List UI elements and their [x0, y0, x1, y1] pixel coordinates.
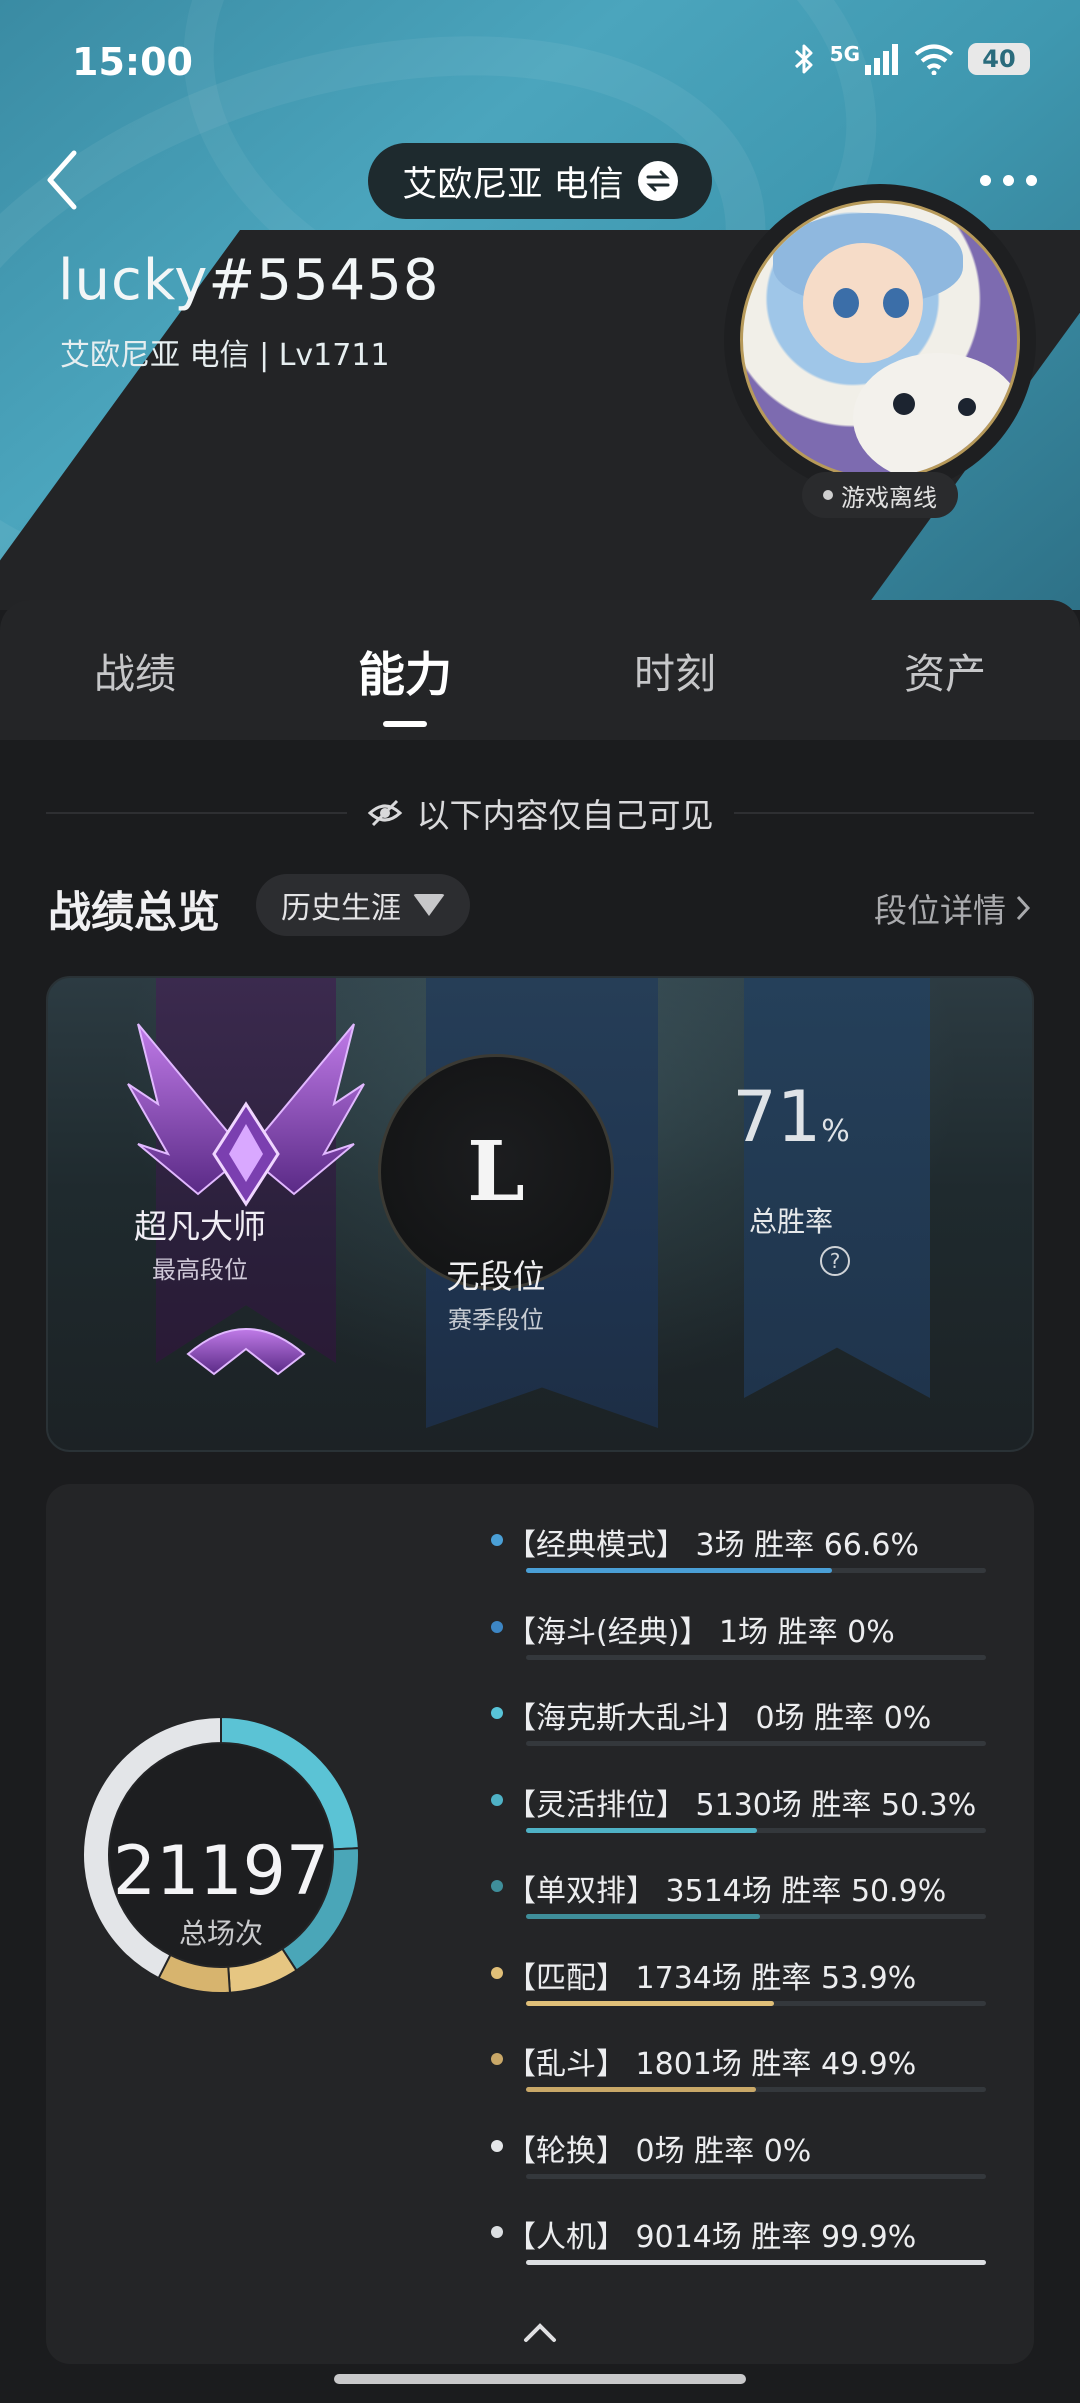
mode-color-dot-icon	[491, 1793, 503, 1806]
win-rate-track	[526, 2173, 986, 2179]
mode-stat-text: 【灵活排位】 5130场 胜率 50.3%	[506, 1787, 977, 1823]
tab-records[interactable]: 战绩	[35, 640, 235, 700]
win-rate-track	[526, 2260, 986, 2265]
dropdown-triangle-icon	[413, 894, 445, 916]
presence-text: 游戏离线	[841, 483, 937, 512]
bluetooth-icon	[794, 44, 813, 74]
mode-stat-text: 【单双排】 3514场 胜率 50.9%	[506, 1874, 947, 1909]
win-rate-track	[526, 1654, 986, 1660]
win-rate-unit: %	[821, 1114, 850, 1149]
help-icon[interactable]: ?	[820, 1246, 850, 1276]
username: lucky#55458	[58, 248, 440, 313]
mode-color-dot-icon	[491, 1707, 503, 1719]
win-rate-track	[526, 1914, 986, 1919]
win-rate-banner	[744, 978, 930, 1398]
wifi-icon	[914, 44, 954, 75]
section-title: 战绩总览	[48, 888, 220, 938]
privacy-notice: 以下内容仅自己可见	[46, 790, 1034, 836]
mode-stat-row: 【匹配】 1734场 胜率 53.9%	[488, 1945, 1008, 2032]
mode-stats-list: 【经典模式】 3场 胜率 66.6% 【海斗(经典)】 1场 胜率 0% 【海克斯大…	[488, 1512, 1008, 2291]
mode-stat-row: 【轮换】 0场 胜率 0%	[488, 2118, 1008, 2205]
overall-win-rate: 71%	[698, 1076, 884, 1158]
server-name: 艾欧尼亚 电信	[402, 164, 624, 205]
highest-rank-label: 最高段位	[152, 1256, 248, 1284]
mode-color-dot-icon	[491, 2226, 503, 2238]
mode-stat-row: 【单双排】 3514场 胜率 50.9%	[488, 1858, 1008, 1945]
mode-color-dot-icon	[491, 2139, 503, 2152]
mode-color-dot-icon	[491, 1620, 503, 1633]
mode-color-dot-icon	[491, 1534, 503, 1546]
rank-detail-link[interactable]: 段位详情	[874, 884, 1032, 932]
hidden-eye-icon	[367, 799, 402, 827]
mode-stat-row: 【乱斗】 1801场 胜率 49.9%	[488, 2031, 1008, 2118]
season-rank-name: 无段位	[446, 1257, 546, 1296]
chevron-right-icon	[1016, 895, 1031, 921]
mode-color-dot-icon	[491, 2053, 503, 2065]
mode-stat-text: 【匹配】 1734场 胜率 53.9%	[506, 1960, 917, 1996]
win-rate-track	[526, 2000, 986, 2006]
win-rate-fill	[526, 2000, 774, 2006]
win-rate-label: 总胜率	[748, 1205, 833, 1238]
server-level-info: 艾欧尼亚 电信 | Lv1711	[60, 338, 390, 373]
home-indicator[interactable]	[334, 2374, 746, 2384]
server-switch-button[interactable]: 艾欧尼亚 电信	[368, 143, 712, 219]
battery-icon: 40	[968, 43, 1030, 75]
tab-moments[interactable]: 时刻	[575, 640, 775, 700]
total-games-value: 21197	[112, 1832, 330, 1911]
divider	[46, 812, 347, 814]
privacy-text: 以下内容仅自己可见	[416, 796, 714, 835]
rank-detail-label: 段位详情	[874, 891, 1006, 930]
mode-stat-text: 【乱斗】 1801场 胜率 49.9%	[506, 2047, 917, 2082]
filter-label: 历史生涯	[281, 891, 401, 926]
tab-ability[interactable]: 能力	[305, 636, 505, 727]
win-rate-fill	[526, 1914, 761, 1919]
mode-color-dot-icon	[491, 1966, 503, 1979]
more-options-icon[interactable]	[980, 170, 1040, 190]
win-rate-fill	[526, 2260, 986, 2265]
mode-stat-row: 【海斗(经典)】 1场 胜率 0%	[488, 1599, 1008, 1686]
chevron-up-icon[interactable]	[520, 2318, 560, 2348]
mode-stat-text: 【人机】 9014场 胜率 99.9%	[506, 2220, 917, 2255]
history-filter-dropdown[interactable]: 历史生涯	[256, 874, 470, 936]
avatar[interactable]	[740, 200, 1020, 480]
status-bar: 15:00 5G 40	[0, 0, 1080, 130]
swap-icon	[637, 161, 678, 201]
l-logo-icon: L	[467, 1124, 525, 1220]
highest-rank-name: 超凡大师	[134, 1207, 266, 1246]
tab-bar: 战绩 能力 时刻 资产	[0, 600, 1080, 740]
presence-badge: 游戏离线	[802, 472, 958, 518]
win-rate-track	[526, 2087, 986, 2092]
win-rate-track	[526, 1741, 986, 1746]
mode-stat-row: 【灵活排位】 5130场 胜率 50.3%	[488, 1772, 1008, 1859]
win-rate-track	[526, 1568, 986, 1573]
signal-icon	[865, 44, 898, 75]
divider	[733, 812, 1034, 814]
total-games-label: 总场次	[178, 1917, 263, 1950]
mode-stat-row: 【海克斯大乱斗】 0场 胜率 0%	[488, 1685, 1008, 1772]
network-type: 5G	[829, 42, 860, 66]
mode-stat-text: 【海斗(经典)】 1场 胜率 0%	[506, 1614, 895, 1650]
mode-stat-row: 【人机】 9014场 胜率 99.9%	[488, 2204, 1008, 2291]
win-rate-fill	[526, 2087, 756, 2092]
status-time: 15:00	[72, 40, 193, 84]
back-arrow-icon[interactable]	[40, 145, 90, 215]
mode-stat-text: 【海克斯大乱斗】 0场 胜率 0%	[506, 1701, 932, 1736]
mode-stat-text: 【经典模式】 3场 胜率 66.6%	[506, 1528, 919, 1563]
mode-color-dot-icon	[491, 1880, 503, 1892]
season-rank-label: 赛季段位	[448, 1306, 544, 1334]
status-icons: 5G 40	[792, 42, 1030, 76]
win-rate-fill	[526, 1568, 833, 1573]
tab-assets[interactable]: 资产	[845, 640, 1045, 700]
win-rate-track	[526, 1827, 986, 1833]
rank-card[interactable]: 超凡大师 最高段位 L 无段位 赛季段位 71% 总胜率 ?	[46, 976, 1034, 1452]
win-rate-fill	[526, 1827, 758, 1833]
presence-dot-icon	[823, 490, 833, 500]
mode-stat-row: 【经典模式】 3场 胜率 66.6%	[488, 1512, 1008, 1599]
mode-stat-text: 【轮换】 0场 胜率 0%	[506, 2133, 812, 2169]
win-rate-value: 71	[732, 1076, 822, 1158]
